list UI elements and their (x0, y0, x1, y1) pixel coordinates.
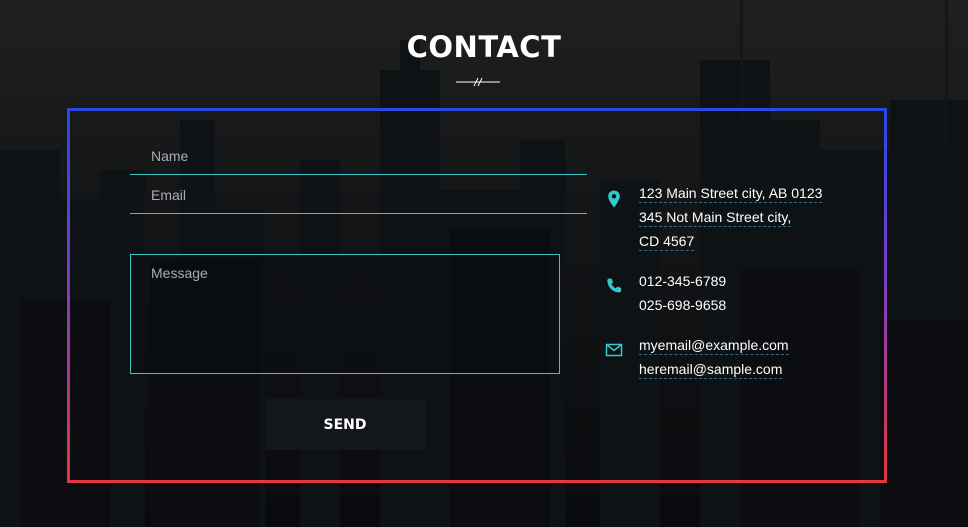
section-title: CONTACT (406, 30, 562, 64)
email-link-1[interactable]: myemail@example.com (639, 337, 789, 355)
phone-line-2: 025-698-9658 (639, 297, 727, 313)
email-input[interactable] (130, 177, 587, 214)
map-pin-icon (608, 190, 620, 208)
send-button[interactable]: SEND (265, 399, 425, 450)
phone-line-1: 012-345-6789 (639, 273, 727, 289)
title-divider-icon (456, 77, 500, 87)
address-line-3: CD 4567 (639, 233, 695, 251)
address-line-2: 345 Not Main Street city, (639, 209, 792, 227)
envelope-icon (605, 343, 623, 357)
message-textarea[interactable] (130, 254, 560, 374)
address-line-1: 123 Main Street city, AB 0123 (639, 185, 823, 203)
email-link-2[interactable]: heremail@sample.com (639, 361, 783, 379)
phone-icon (607, 278, 622, 293)
name-input[interactable] (130, 138, 587, 175)
